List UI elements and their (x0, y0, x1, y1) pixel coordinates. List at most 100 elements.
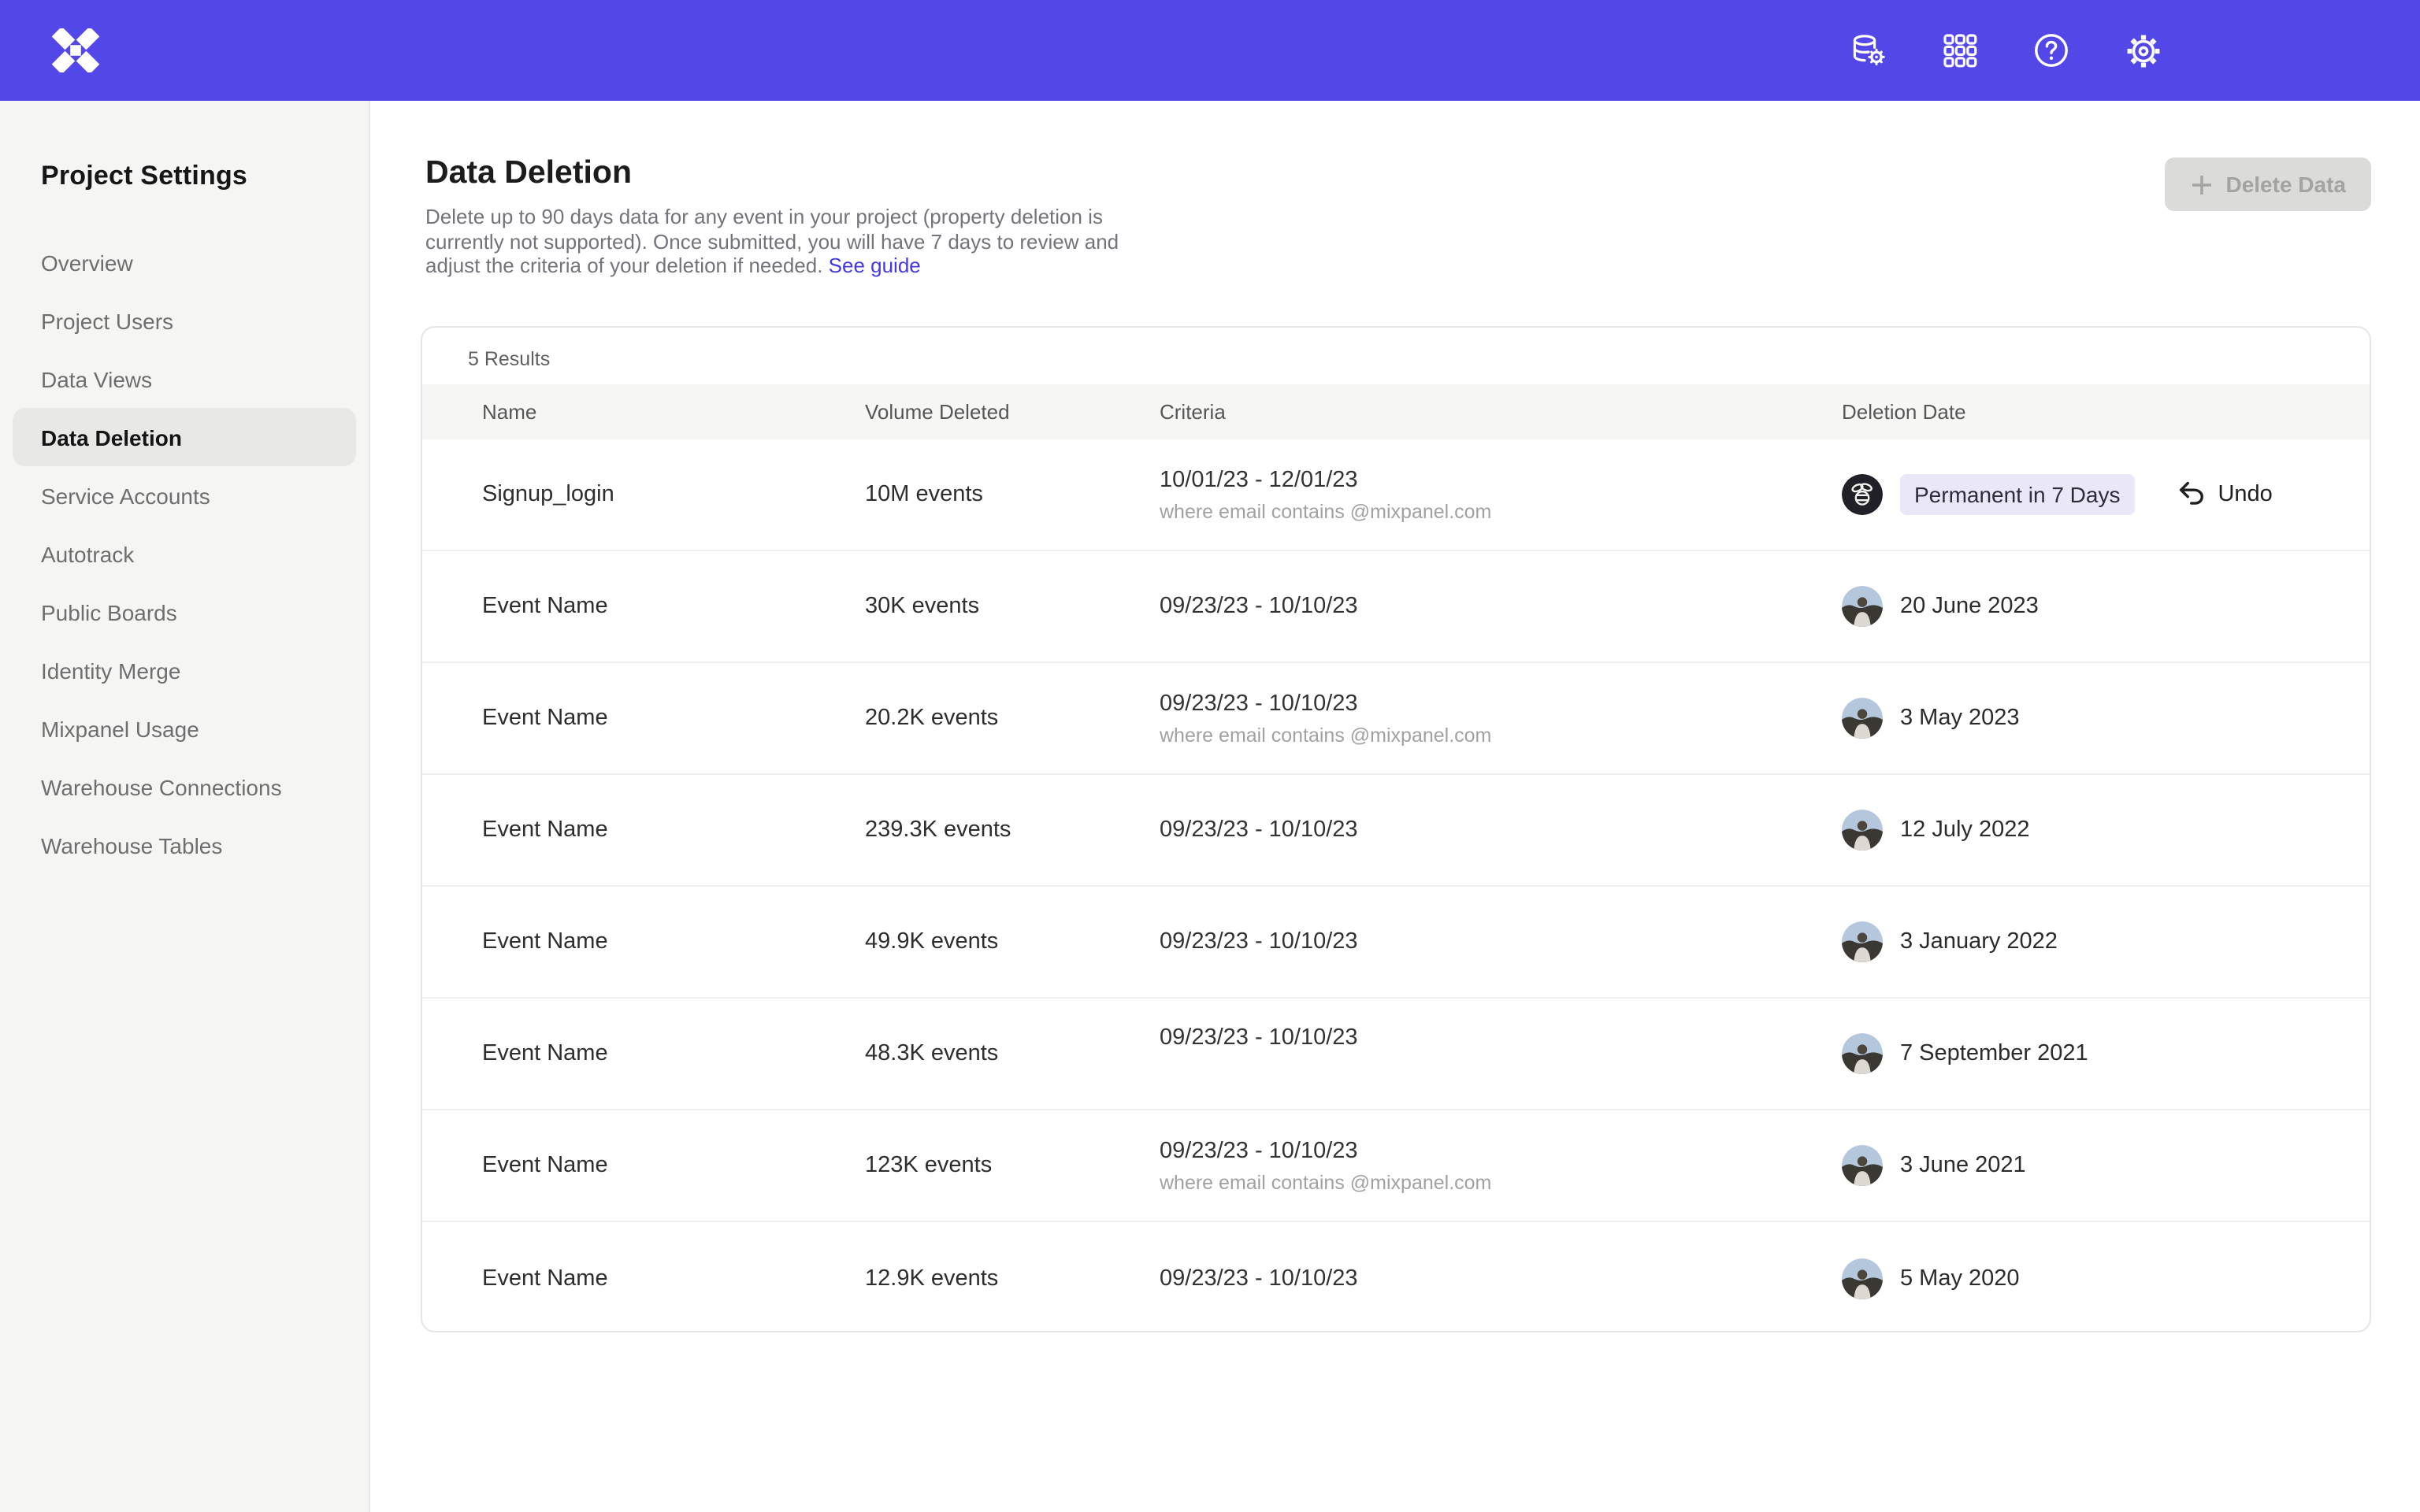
see-guide-link[interactable]: See guide (829, 254, 921, 277)
row-volume: 20.2K events (865, 706, 1160, 731)
sidebar-item-project-users[interactable]: Project Users (13, 291, 356, 350)
sidebar-item-autotrack[interactable]: Autotrack (13, 524, 356, 583)
delete-data-button[interactable]: Delete Data (2164, 158, 2371, 211)
sidebar: Project Settings OverviewProject UsersDa… (0, 101, 370, 1512)
deletion-date: 3 June 2021 (1900, 1153, 2026, 1178)
row-volume: 239.3K events (865, 817, 1160, 843)
table-header-row: NameVolume DeletedCriteriaDeletion Date (422, 384, 2370, 439)
user-avatar (1842, 1258, 1883, 1299)
row-criteria: 09/23/23 - 10/10/23 (1160, 817, 1842, 843)
row-deletion: 20 June 2023 (1842, 586, 2370, 627)
sidebar-item-data-views[interactable]: Data Views (13, 350, 356, 408)
user-avatar (1842, 810, 1883, 850)
row-criteria: 09/23/23 - 10/10/23where email contains … (1160, 691, 1842, 746)
row-volume: 10M events (865, 482, 1160, 507)
undo-button[interactable]: Undo (2175, 476, 2272, 513)
delete-data-label: Delete Data (2225, 172, 2346, 197)
sidebar-item-identity-merge[interactable]: Identity Merge (13, 641, 356, 699)
deletion-table-card: 5 Results NameVolume DeletedCriteriaDele… (421, 326, 2371, 1332)
results-count: 5 Results (468, 348, 550, 370)
criteria-subtext: where email contains @mixpanel.com (1160, 724, 1842, 746)
table-row: Event Name12.9K events09/23/23 - 10/10/2… (422, 1222, 2370, 1332)
row-deletion: 3 January 2022 (1842, 921, 2370, 962)
deletion-date: 12 July 2022 (1900, 817, 2029, 843)
criteria-range: 10/01/23 - 12/01/23 (1160, 467, 1842, 492)
deletion-date: 3 May 2023 (1900, 706, 2020, 731)
user-avatar (1842, 698, 1883, 739)
criteria-subtext: where email contains @mixpanel.com (1160, 1171, 1842, 1193)
deletion-date: 5 May 2020 (1900, 1266, 2020, 1291)
row-name: Event Name (482, 1153, 865, 1178)
column-header-volume-deleted: Volume Deleted (865, 400, 1160, 424)
row-name: Signup_login (482, 482, 865, 507)
criteria-subtext (1160, 1058, 1842, 1083)
column-header-deletion-date: Deletion Date (1842, 400, 2370, 424)
criteria-range: 09/23/23 - 10/10/23 (1160, 929, 1842, 954)
row-volume: 12.9K events (865, 1266, 1160, 1291)
table-row: Signup_login10M events10/01/23 - 12/01/2… (422, 439, 2370, 551)
app-root: Project Settings OverviewProject UsersDa… (0, 0, 2420, 1512)
row-volume: 30K events (865, 594, 1160, 619)
mixpanel-logo[interactable] (47, 27, 104, 74)
sidebar-item-overview[interactable]: Overview (13, 233, 356, 291)
criteria-range: 09/23/23 - 10/10/23 (1160, 594, 1842, 619)
criteria-range: 09/23/23 - 10/10/23 (1160, 1266, 1842, 1291)
page-title: Data Deletion (425, 154, 632, 192)
table-row: Event Name239.3K events09/23/23 - 10/10/… (422, 775, 2370, 887)
row-deletion: 3 June 2021 (1842, 1145, 2370, 1186)
top-bar (0, 0, 2420, 101)
row-criteria: 09/23/23 - 10/10/23 (1160, 594, 1842, 619)
row-name: Event Name (482, 817, 865, 843)
row-criteria: 09/23/23 - 10/10/23 (1160, 1266, 1842, 1291)
undo-label: Undo (2218, 482, 2272, 507)
plus-icon (2189, 172, 2213, 196)
row-name: Event Name (482, 706, 865, 731)
row-name: Event Name (482, 1041, 865, 1066)
permanent-badge: Permanent in 7 Days (1900, 474, 2134, 515)
row-name: Event Name (482, 1266, 865, 1291)
settings-gear-icon[interactable] (2114, 22, 2171, 79)
row-deletion: 5 May 2020 (1842, 1258, 2370, 1299)
user-avatar (1842, 474, 1883, 515)
row-name: Event Name (482, 594, 865, 619)
sidebar-nav: OverviewProject UsersData ViewsData Dele… (0, 233, 369, 874)
row-volume: 49.9K events (865, 929, 1160, 954)
main-content: Data Deletion Delete up to 90 days data … (370, 101, 2420, 1512)
sidebar-title: Project Settings (41, 161, 369, 192)
user-avatar (1842, 1145, 1883, 1186)
apps-grid-icon[interactable] (1932, 22, 1988, 79)
page-description: Delete up to 90 days data for any event … (425, 205, 1142, 278)
deletion-date: 3 January 2022 (1900, 929, 2058, 954)
table-row: Event Name30K events09/23/23 - 10/10/23 2… (422, 551, 2370, 663)
table-row: Event Name20.2K events09/23/23 - 10/10/2… (422, 663, 2370, 775)
sidebar-item-mixpanel-usage[interactable]: Mixpanel Usage (13, 699, 356, 758)
criteria-range: 09/23/23 - 10/10/23 (1160, 1138, 1842, 1163)
table-row: Event Name49.9K events09/23/23 - 10/10/2… (422, 887, 2370, 999)
sidebar-item-warehouse-connections[interactable]: Warehouse Connections (13, 758, 356, 816)
column-header-criteria: Criteria (1160, 400, 1842, 424)
row-criteria: 09/23/23 - 10/10/23 where email contains … (1160, 1138, 1842, 1193)
undo-icon (2175, 476, 2205, 513)
row-criteria: 09/23/23 - 10/10/23 (1160, 1025, 1842, 1083)
criteria-subtext: where email contains @mixpanel.com (1160, 500, 1842, 522)
sidebar-item-service-accounts[interactable]: Service Accounts (13, 466, 356, 524)
user-avatar (1842, 1033, 1883, 1074)
user-avatar (1842, 586, 1883, 627)
row-criteria: 09/23/23 - 10/10/23 (1160, 929, 1842, 954)
page-description-text: Delete up to 90 days data for any event … (425, 205, 1119, 277)
row-deletion: 3 May 2023 (1842, 698, 2370, 739)
sidebar-item-public-boards[interactable]: Public Boards (13, 583, 356, 641)
sidebar-item-warehouse-tables[interactable]: Warehouse Tables (13, 816, 356, 874)
deletion-date: 20 June 2023 (1900, 594, 2039, 619)
row-deletion: Permanent in 7 Days Undo (1842, 474, 2370, 515)
criteria-range: 09/23/23 - 10/10/23 (1160, 1025, 1842, 1050)
help-icon[interactable] (2023, 22, 2080, 79)
column-header-name: Name (482, 400, 865, 424)
data-management-icon[interactable] (1840, 22, 1897, 79)
sidebar-item-data-deletion[interactable]: Data Deletion (13, 408, 356, 466)
table-body: Signup_login10M events10/01/23 - 12/01/2… (422, 439, 2370, 1332)
criteria-range: 09/23/23 - 10/10/23 (1160, 817, 1842, 843)
row-deletion: 7 September 2021 (1842, 1033, 2370, 1074)
row-deletion: 12 July 2022 (1842, 810, 2370, 850)
user-avatar (1842, 921, 1883, 962)
